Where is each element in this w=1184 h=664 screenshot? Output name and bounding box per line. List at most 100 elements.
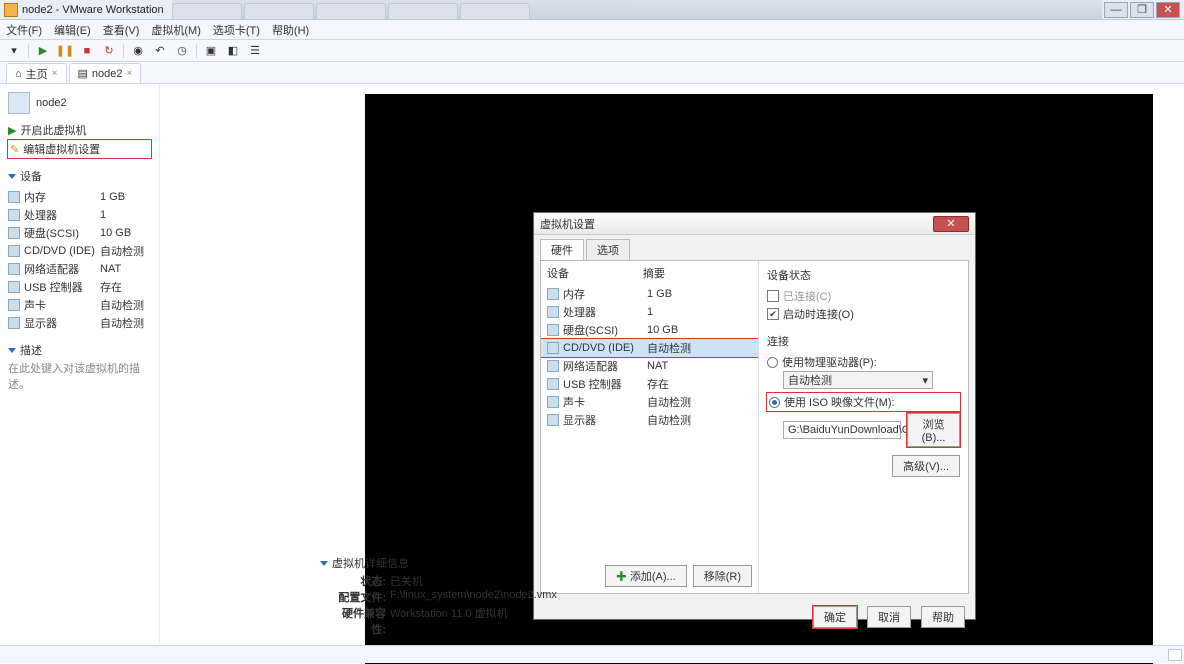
device-icon: [547, 306, 559, 318]
tab-home[interactable]: ⌂ 主页 ×: [6, 63, 67, 83]
hardware-name: USB 控制器: [563, 376, 643, 392]
hardware-row[interactable]: 网络适配器NAT: [541, 357, 758, 375]
device-name: 硬盘(SCSI): [24, 225, 96, 241]
device-row[interactable]: 声卡自动检测: [8, 296, 151, 314]
iso-path-combo[interactable]: G:\BaiduYunDownload\Cent ▾: [783, 421, 901, 439]
browse-button[interactable]: 浏览(B)...: [907, 413, 960, 447]
menu-tabs[interactable]: 选项卡(T): [213, 22, 260, 38]
device-row[interactable]: USB 控制器存在: [8, 278, 151, 296]
device-name: USB 控制器: [24, 279, 96, 295]
connection-label: 连接: [767, 333, 960, 349]
home-icon: ⌂: [15, 68, 22, 80]
menu-help[interactable]: 帮助(H): [272, 22, 309, 38]
description-section-label: 描述: [20, 342, 42, 358]
toolbar-snapshot-icon[interactable]: ◉: [130, 43, 146, 59]
tab-home-label: 主页: [26, 66, 48, 82]
hardware-summary: 1 GB: [647, 288, 672, 300]
toolbar-stop-icon[interactable]: ■: [79, 43, 95, 59]
physical-drive-combo[interactable]: 自动检测 ▾: [783, 371, 933, 389]
connected-label: 已连接(C): [783, 288, 831, 304]
toolbar-unity-icon[interactable]: ◧: [225, 43, 241, 59]
device-row[interactable]: 硬盘(SCSI)10 GB: [8, 224, 151, 242]
use-iso-file-radio[interactable]: 使用 ISO 映像文件(M):: [767, 393, 960, 411]
device-icon: [8, 245, 20, 257]
edit-vm-settings-link[interactable]: ✎ 编辑虚拟机设置: [8, 140, 151, 158]
toolbar-pause-icon[interactable]: ❚❚: [57, 43, 73, 59]
device-name: 显示器: [24, 315, 96, 331]
devices-section-header[interactable]: 设备: [8, 168, 151, 184]
device-row[interactable]: 处理器1: [8, 206, 151, 224]
hardware-row[interactable]: USB 控制器存在: [541, 375, 758, 393]
device-icon: [547, 342, 559, 354]
device-row[interactable]: 显示器自动检测: [8, 314, 151, 332]
window-maximize-button[interactable]: ❐: [1130, 2, 1154, 18]
tab-node2-close-icon[interactable]: ×: [127, 68, 133, 79]
description-placeholder[interactable]: 在此处键入对该虚拟机的描述。: [8, 358, 151, 394]
col-device: 设备: [547, 265, 643, 281]
vm-name-label: node2: [36, 97, 67, 109]
ok-button[interactable]: 确定: [813, 606, 857, 628]
toolbar-revert-icon[interactable]: ↶: [152, 43, 168, 59]
connect-at-poweron-checkbox[interactable]: ✔ 启动时连接(O): [767, 305, 960, 323]
tab-node2-label: node2: [92, 68, 123, 80]
window-minimize-button[interactable]: —: [1104, 2, 1128, 18]
toolbar-dropdown-icon[interactable]: ▾: [6, 43, 22, 59]
hardware-row[interactable]: 处理器1: [541, 303, 758, 321]
vm-details-header[interactable]: 虚拟机详细信息: [320, 555, 557, 571]
help-button[interactable]: 帮助: [921, 606, 965, 628]
tab-options[interactable]: 选项: [586, 239, 630, 260]
menu-vm[interactable]: 虚拟机(M): [151, 22, 201, 38]
hardware-name: 内存: [563, 286, 643, 302]
device-icon: [547, 324, 559, 336]
hardware-row[interactable]: 声卡自动检测: [541, 393, 758, 411]
devices-section-label: 设备: [20, 168, 42, 184]
add-hardware-button[interactable]: ✚ 添加(A)...: [605, 565, 687, 587]
tab-node2[interactable]: ▤ node2 ×: [69, 63, 142, 83]
device-row[interactable]: 内存1 GB: [8, 188, 151, 206]
advanced-button[interactable]: 高级(V)...: [892, 455, 960, 477]
device-row[interactable]: 网络适配器NAT: [8, 260, 151, 278]
device-icon: [8, 317, 20, 329]
use-physical-drive-label: 使用物理驱动器(P):: [782, 354, 877, 370]
checkbox-icon: ✔: [767, 308, 779, 320]
use-physical-drive-radio[interactable]: 使用物理驱动器(P):: [767, 353, 960, 371]
hardware-row[interactable]: 显示器自动检测: [541, 411, 758, 429]
device-row[interactable]: CD/DVD (IDE)自动检测: [8, 242, 151, 260]
toolbar-library-icon[interactable]: ☰: [247, 43, 263, 59]
resize-grip-icon[interactable]: [1168, 649, 1182, 661]
device-name: 处理器: [24, 207, 96, 223]
vm-summary-sidebar: node2 ▶ 开启此虚拟机 ✎ 编辑虚拟机设置 设备 内存1 GB处理器1硬盘…: [0, 84, 160, 643]
detail-row: 状态:已关机: [320, 573, 557, 589]
device-icon: [8, 263, 20, 275]
play-icon: ▶: [8, 124, 16, 137]
dialog-close-button[interactable]: ✕: [933, 216, 969, 232]
device-name: 网络适配器: [24, 261, 96, 277]
menu-file[interactable]: 文件(F): [6, 22, 42, 38]
cancel-button[interactable]: 取消: [867, 606, 911, 628]
toolbar-manage-icon[interactable]: ◷: [174, 43, 190, 59]
tab-home-close-icon[interactable]: ×: [52, 68, 58, 79]
toolbar-play-icon[interactable]: ▶: [35, 43, 51, 59]
remove-hardware-button[interactable]: 移除(R): [693, 565, 752, 587]
device-icon: [547, 288, 559, 300]
device-icon: [8, 281, 20, 293]
wrench-icon: ✎: [10, 143, 19, 156]
hardware-row[interactable]: 硬盘(SCSI)10 GB: [541, 321, 758, 339]
device-icon: [547, 396, 559, 408]
hardware-summary: 自动检测: [647, 412, 691, 428]
connected-checkbox[interactable]: 已连接(C): [767, 287, 960, 305]
detail-row: 配置文件:F:\linux_system\node2\node2.vmx: [320, 589, 557, 605]
hardware-row[interactable]: CD/DVD (IDE)自动检测: [541, 339, 758, 357]
tab-hardware[interactable]: 硬件: [540, 239, 584, 260]
toolbar-reset-icon[interactable]: ↻: [101, 43, 117, 59]
power-on-vm-link[interactable]: ▶ 开启此虚拟机: [8, 120, 151, 140]
description-section-header[interactable]: 描述: [8, 342, 151, 358]
device-icon: [547, 360, 559, 372]
hardware-row[interactable]: 内存 1 GB: [541, 285, 758, 303]
menu-edit[interactable]: 编辑(E): [54, 22, 91, 38]
device-icon: [8, 227, 20, 239]
menu-view[interactable]: 查看(V): [103, 22, 140, 38]
edit-vm-settings-label: 编辑虚拟机设置: [23, 141, 100, 157]
toolbar-fullscreen-icon[interactable]: ▣: [203, 43, 219, 59]
window-close-button[interactable]: ✕: [1156, 2, 1180, 18]
